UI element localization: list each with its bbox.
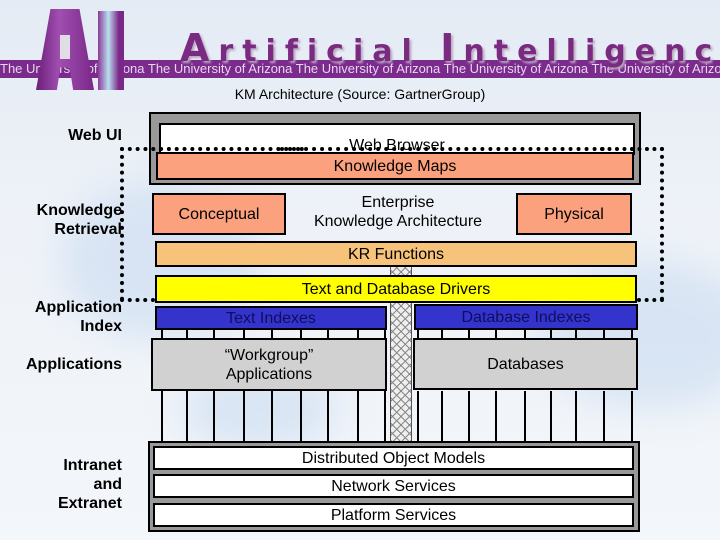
connector-line <box>300 391 302 441</box>
retrieval-boundary-right <box>660 147 664 301</box>
connector-line <box>213 391 215 441</box>
knowledge-maps-box: Knowledge Maps <box>156 152 634 180</box>
label-intranet-extranet: Intranet and Extranet <box>57 457 122 512</box>
databases-box: Databases <box>413 338 638 390</box>
connector-line <box>271 330 273 338</box>
connector-line <box>243 391 245 441</box>
connector-line <box>357 391 359 441</box>
connector-line <box>631 330 633 338</box>
retrieval-boundary-bottom-left <box>120 298 155 302</box>
connector-line <box>417 330 419 338</box>
database-indexes-box: Database Indexes <box>414 304 638 330</box>
connector-line <box>468 391 470 441</box>
logo-letter-a-counter <box>60 35 70 59</box>
label-knowledge-retrieval: Knowledge Retrieval <box>36 202 122 238</box>
platform-services-box: Platform Services <box>153 503 634 527</box>
connector-line <box>213 330 215 338</box>
connector-line <box>271 391 273 441</box>
connector-line <box>441 330 443 338</box>
lab-title: Artificial Intelligence Lab <box>180 26 720 70</box>
connector-line <box>327 330 329 338</box>
connector-line <box>186 330 188 338</box>
ai-logo <box>28 5 128 90</box>
connector-line <box>384 330 386 338</box>
physical-box: Physical <box>516 193 632 235</box>
connector-line <box>441 391 443 441</box>
connector-line <box>384 391 386 441</box>
label-web-ui: Web UI <box>68 127 122 144</box>
connector-line <box>603 391 605 441</box>
text-database-drivers-box: Text and Database Drivers <box>155 275 637 303</box>
connector-line <box>550 330 552 338</box>
retrieval-boundary-top-extend <box>600 147 664 151</box>
connector-line <box>327 391 329 441</box>
connector-line <box>524 391 526 441</box>
label-application-index: Application Index <box>34 299 122 335</box>
connector-line <box>357 330 359 338</box>
retrieval-boundary-top <box>120 147 304 151</box>
connector-line <box>300 330 302 338</box>
diagram-caption: KM Architecture (Source: GartnerGroup) <box>234 86 486 102</box>
connector-line <box>575 330 577 338</box>
network-services-box: Network Services <box>153 474 634 498</box>
retrieval-boundary-bottom-right <box>637 298 664 302</box>
kr-functions-box: KR Functions <box>155 241 637 267</box>
connector-line <box>603 330 605 338</box>
connector-line <box>417 391 419 441</box>
connector-line <box>550 391 552 441</box>
text-indexes-box: Text Indexes <box>155 306 387 330</box>
connector-line <box>631 391 633 441</box>
connector-line <box>243 330 245 338</box>
connector-line <box>161 330 163 338</box>
retrieval-boundary-top-right <box>280 147 605 151</box>
label-applications: Applications <box>25 356 122 373</box>
connector-line <box>575 391 577 441</box>
connector-line <box>524 330 526 338</box>
connector-line <box>161 391 163 441</box>
logo-letter-i <box>98 11 124 90</box>
workgroup-applications-box: “Workgroup” Applications <box>151 338 387 391</box>
connector-line <box>495 391 497 441</box>
enterprise-knowledge-architecture-label: Enterprise Knowledge Architecture <box>313 194 483 230</box>
retrieval-boundary-left <box>120 147 124 301</box>
connector-line <box>468 330 470 338</box>
connector-line <box>186 391 188 441</box>
conceptual-box: Conceptual <box>152 193 286 235</box>
distributed-object-models-box: Distributed Object Models <box>153 446 634 470</box>
connector-line <box>495 330 497 338</box>
